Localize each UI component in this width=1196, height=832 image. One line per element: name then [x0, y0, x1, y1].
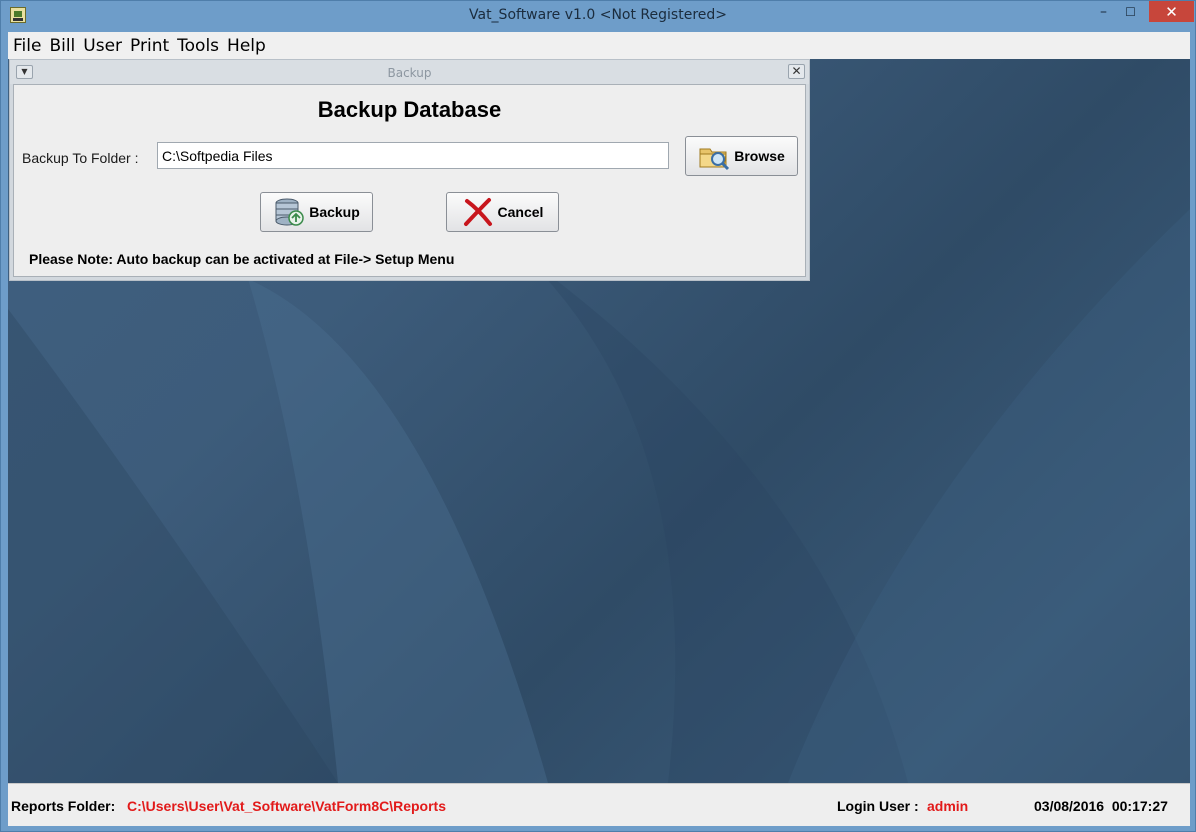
- backup-panel: Backup Database Backup To Folder : Brows…: [13, 84, 806, 277]
- login-user-value: admin: [927, 798, 969, 814]
- menu-file[interactable]: File: [13, 36, 41, 56]
- cancel-button[interactable]: Cancel: [446, 192, 559, 232]
- minimize-button[interactable]: –: [1090, 1, 1117, 23]
- title-bar[interactable]: Vat_Software v1.0 <Not Registered> – ☐ ✕: [1, 1, 1195, 32]
- folder-path-input[interactable]: [157, 142, 669, 169]
- menu-bill[interactable]: Bill: [49, 36, 75, 56]
- date-time: 03/08/2016 00:17:27: [1034, 798, 1168, 814]
- app-window: Vat_Software v1.0 <Not Registered> – ☐ ✕…: [0, 0, 1196, 832]
- backup-title-bar[interactable]: ▼ Backup ✕: [10, 60, 809, 84]
- browse-button[interactable]: Browse: [685, 136, 798, 176]
- folder-search-icon: [698, 141, 730, 171]
- menu-help[interactable]: Help: [227, 36, 266, 56]
- menu-tools[interactable]: Tools: [177, 36, 219, 56]
- backup-button[interactable]: Backup: [260, 192, 373, 232]
- login-user-label: Login User :: [837, 798, 919, 814]
- backup-window-title: Backup: [387, 66, 432, 80]
- backup-window: ▼ Backup ✕ Backup Database Backup To Fol…: [9, 59, 810, 281]
- red-x-icon: [462, 197, 494, 227]
- reports-folder-value: C:\Users\User\Vat_Software\VatForm8C\Rep…: [127, 798, 446, 814]
- maximize-button[interactable]: ☐: [1117, 1, 1144, 23]
- backup-label: Backup: [309, 204, 360, 220]
- window-title: Vat_Software v1.0 <Not Registered>: [469, 7, 727, 23]
- menu-user[interactable]: User: [83, 36, 122, 56]
- menu-print[interactable]: Print: [130, 36, 169, 56]
- menu-bar: File Bill User Print Tools Help: [8, 32, 1190, 59]
- frame-close-icon[interactable]: ✕: [788, 64, 805, 79]
- cancel-label: Cancel: [497, 204, 544, 220]
- folder-label: Backup To Folder :: [22, 150, 139, 166]
- browse-label: Browse: [734, 148, 785, 164]
- status-bar: Reports Folder: C:\Users\User\Vat_Softwa…: [8, 783, 1190, 826]
- page-title: Backup Database: [317, 97, 502, 122]
- close-button[interactable]: ✕: [1149, 1, 1194, 22]
- reports-folder-label: Reports Folder:: [11, 798, 116, 814]
- database-backup-icon: [273, 197, 305, 227]
- desktop-area: ▼ Backup ✕ Backup Database Backup To Fol…: [8, 59, 1190, 783]
- backup-note: Please Note: Auto backup can be activate…: [29, 251, 455, 267]
